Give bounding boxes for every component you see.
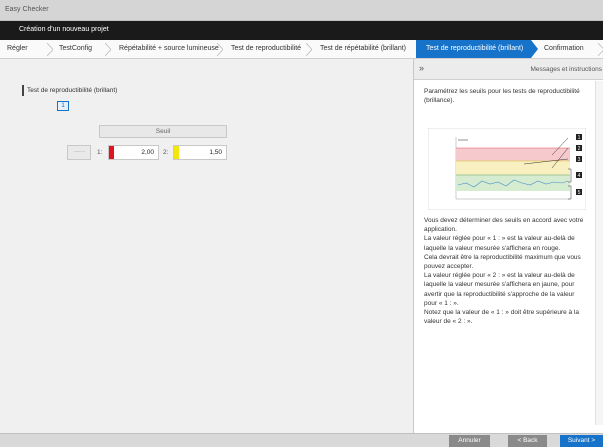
messages-panel-header: » Messages et instructions	[414, 59, 603, 80]
step-repetabilite-source[interactable]: Répétabilité + source lumineuse	[111, 40, 223, 58]
window-titlebar: Easy Checker	[0, 0, 603, 21]
figure-callout: 5	[578, 190, 581, 196]
step-reproductibilite-brillant[interactable]: Test de reproductibilité (brillant)	[416, 40, 538, 58]
cancel-button[interactable]: Annuler	[449, 435, 490, 447]
message-line: avertir que la reproductibilité s'approc…	[424, 290, 575, 298]
threshold-figure: 1 2 3 4 5	[428, 128, 586, 210]
figure-callout: 2	[578, 146, 581, 152]
step-label: Régler	[7, 45, 28, 52]
red-swatch	[109, 146, 114, 159]
row-handle[interactable]: ··········	[67, 145, 91, 160]
threshold-1-input[interactable]: 2,00	[108, 145, 159, 160]
threshold-2-value: 1,50	[209, 149, 222, 156]
messages-content: Paramétrez les seuils pour les tests de …	[414, 81, 596, 425]
message-line: Cela devrait être la reproductibilité ma…	[424, 253, 581, 261]
column-header-seuil: Seuil	[99, 125, 227, 138]
threshold-2-input[interactable]: 1,50	[173, 145, 227, 160]
footer-bar: Annuler < Back Suivant >	[0, 433, 603, 447]
figure-callout: 4	[578, 173, 581, 179]
page-title: Création d'un nouveau projet	[19, 26, 109, 33]
message-line: Vous devez déterminer des seuils en acco…	[424, 217, 584, 224]
message-line: Notez que la valeur de « 1 : » doit être…	[424, 309, 580, 317]
app-title: Easy Checker	[5, 6, 49, 13]
step-repetabilite-brillant[interactable]: Test de répétabilité (brillant)	[312, 40, 416, 58]
figure-callout: 1	[578, 135, 581, 141]
double-chevron-right-icon[interactable]: »	[419, 63, 424, 73]
back-button[interactable]: < Back	[508, 435, 547, 447]
message-line: valeur de « 2 : ».	[424, 318, 473, 326]
yellow-swatch	[174, 146, 179, 159]
page-number-button[interactable]: 1	[57, 101, 69, 111]
message-line: pour « 1 : ».	[424, 299, 459, 307]
step-testconfig[interactable]: TestConfig	[53, 40, 111, 58]
step-label: Test de répétabilité (brillant)	[320, 45, 406, 52]
figure-callout: 3	[578, 157, 581, 163]
messages-panel: » Messages et instructions Paramétrez le…	[413, 59, 603, 433]
vertical-scrollbar[interactable]	[596, 81, 603, 425]
step-label: TestConfig	[59, 45, 93, 52]
section-marker	[22, 85, 24, 96]
threshold-2-label: 2:	[163, 149, 169, 156]
step-label: Répétabilité + source lumineuse	[119, 45, 219, 52]
step-confirmation[interactable]: Confirmation	[538, 40, 603, 58]
message-line: application.	[424, 226, 457, 234]
messages-body: Vous devez déterminer des seuils en acco…	[424, 216, 595, 326]
step-regler[interactable]: Régler	[0, 40, 53, 58]
wizard-steps: Régler TestConfig Répétabilité + source …	[0, 40, 603, 59]
threshold-1-value: 2,00	[141, 149, 154, 156]
main-content	[14, 59, 409, 433]
step-label: Test de reproductibilité (brillant)	[426, 45, 524, 52]
messages-panel-title: Messages et instructions	[530, 66, 602, 73]
step-label: Confirmation	[544, 45, 584, 52]
message-line: laquelle la valeur mesurée s'affichera e…	[424, 244, 561, 252]
messages-intro: Paramétrez les seuils pour les tests de …	[424, 88, 580, 104]
message-line: pouvez accepter.	[424, 263, 474, 271]
message-line: La valeur réglée pour « 2 : » est la val…	[424, 272, 575, 280]
chevron-right-icon	[598, 43, 603, 56]
section-title: Test de reproductibilité (brillant)	[27, 87, 118, 94]
step-reproductibilite[interactable]: Test de reproductibilité	[223, 40, 312, 58]
message-line: laquelle la valeur mesurée s'affichera e…	[424, 281, 575, 289]
page-header: Création d'un nouveau projet	[0, 21, 603, 40]
next-button[interactable]: Suivant >	[560, 435, 603, 447]
step-label: Test de reproductibilité	[231, 45, 302, 52]
message-line: La valeur réglée pour « 1 : » est la val…	[424, 235, 575, 243]
threshold-1-label: 1:	[97, 149, 103, 156]
